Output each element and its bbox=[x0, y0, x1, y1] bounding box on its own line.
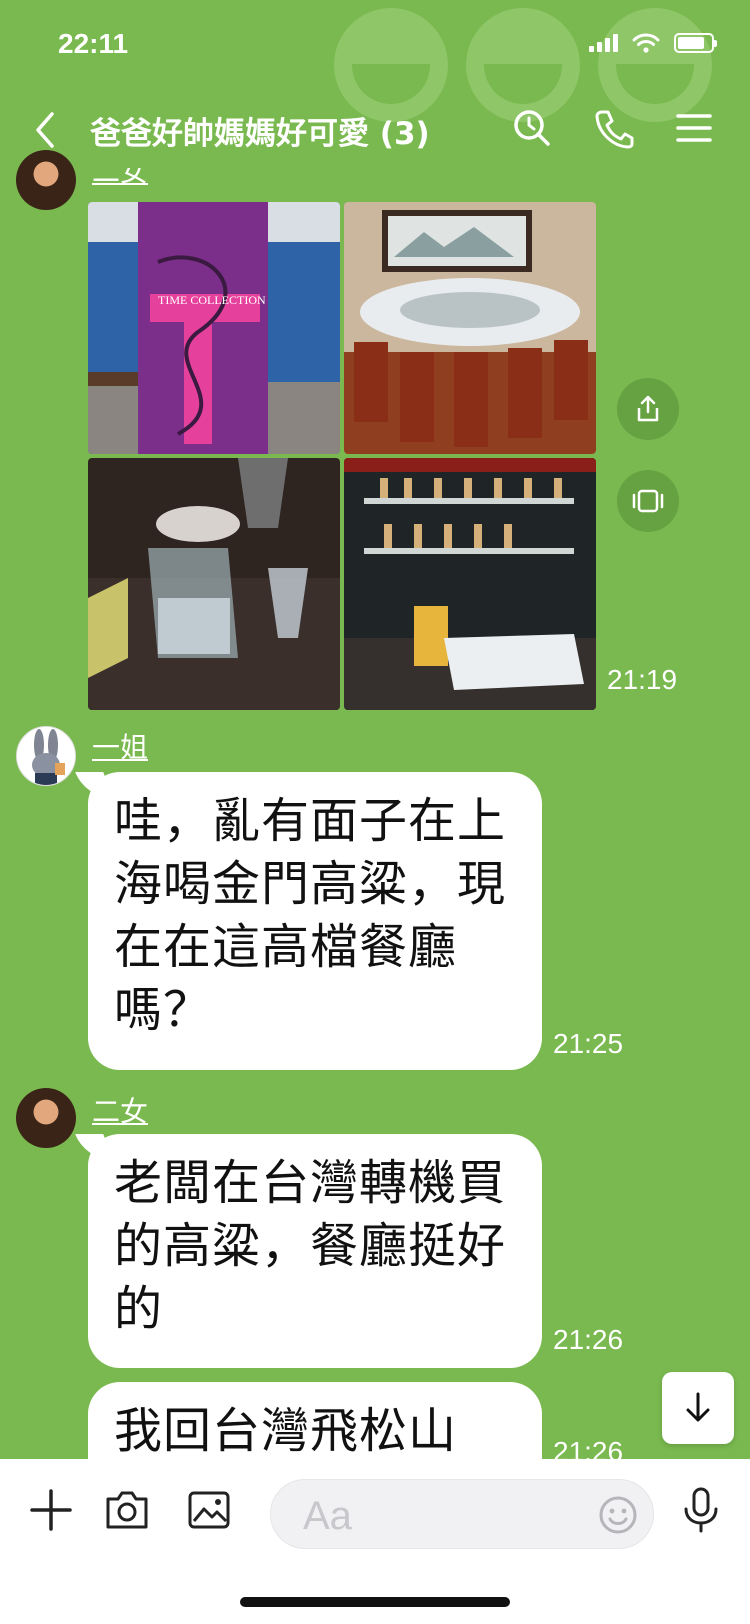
sender-name[interactable]: 一姐 bbox=[92, 726, 148, 766]
message-bubble[interactable]: 老闆在台灣轉機買的高粱，餐廳挺好的 bbox=[88, 1134, 542, 1368]
timestamp: 21:25 bbox=[553, 1028, 624, 1059]
timestamp: 21:26 bbox=[553, 1324, 624, 1355]
home-indicator bbox=[240, 1597, 510, 1607]
scroll-to-bottom-button[interactable] bbox=[662, 1372, 734, 1444]
timestamp: 21:19 bbox=[607, 664, 678, 695]
back-arrow-icon[interactable] bbox=[28, 110, 64, 150]
photo-liquor-box[interactable]: TIME COLLECTION bbox=[88, 202, 340, 454]
wifi-icon bbox=[632, 33, 660, 53]
image-icon[interactable] bbox=[184, 1485, 234, 1535]
plus-icon[interactable] bbox=[26, 1485, 76, 1535]
photo-dining-room[interactable] bbox=[344, 202, 596, 454]
message-input[interactable]: Aa bbox=[270, 1479, 654, 1549]
status-time: 22:11 bbox=[58, 28, 129, 59]
avatar-sender[interactable] bbox=[16, 1088, 76, 1148]
microphone-icon[interactable] bbox=[676, 1485, 726, 1535]
status-bar: 22:11 bbox=[0, 0, 750, 122]
avatar-sender[interactable] bbox=[16, 150, 76, 210]
album-icon bbox=[632, 489, 664, 513]
search-icon[interactable] bbox=[510, 106, 554, 150]
photo-bar[interactable] bbox=[344, 458, 596, 710]
share-icon bbox=[637, 395, 659, 422]
menu-icon[interactable] bbox=[672, 106, 716, 150]
emoji-icon[interactable] bbox=[597, 1494, 639, 1536]
arrow-down-icon bbox=[686, 1392, 710, 1422]
photo-glasses[interactable] bbox=[88, 458, 340, 710]
avatar-sender[interactable] bbox=[16, 726, 76, 786]
message-input-placeholder: Aa bbox=[303, 1494, 352, 1538]
message-input-bar: Aa bbox=[0, 1459, 750, 1624]
photo-box-label: TIME COLLECTION bbox=[158, 293, 266, 307]
chat-title: 爸爸好帥媽媽好可愛 (3) bbox=[90, 116, 430, 152]
album-button[interactable] bbox=[617, 470, 679, 532]
chat-header: 爸爸好帥媽媽好可愛 (3) bbox=[0, 92, 750, 170]
sender-name[interactable]: 二女 bbox=[92, 1090, 148, 1130]
camera-icon[interactable] bbox=[102, 1485, 152, 1535]
share-button[interactable] bbox=[617, 378, 679, 440]
battery-icon bbox=[674, 33, 717, 53]
cell-signal-icon bbox=[589, 34, 618, 52]
phone-icon[interactable] bbox=[592, 106, 636, 150]
message-bubble[interactable]: 哇，亂有面子在上海喝金門高粱，現在在這高檔餐廳嗎？ bbox=[88, 772, 542, 1070]
bunny-icon bbox=[32, 729, 65, 785]
